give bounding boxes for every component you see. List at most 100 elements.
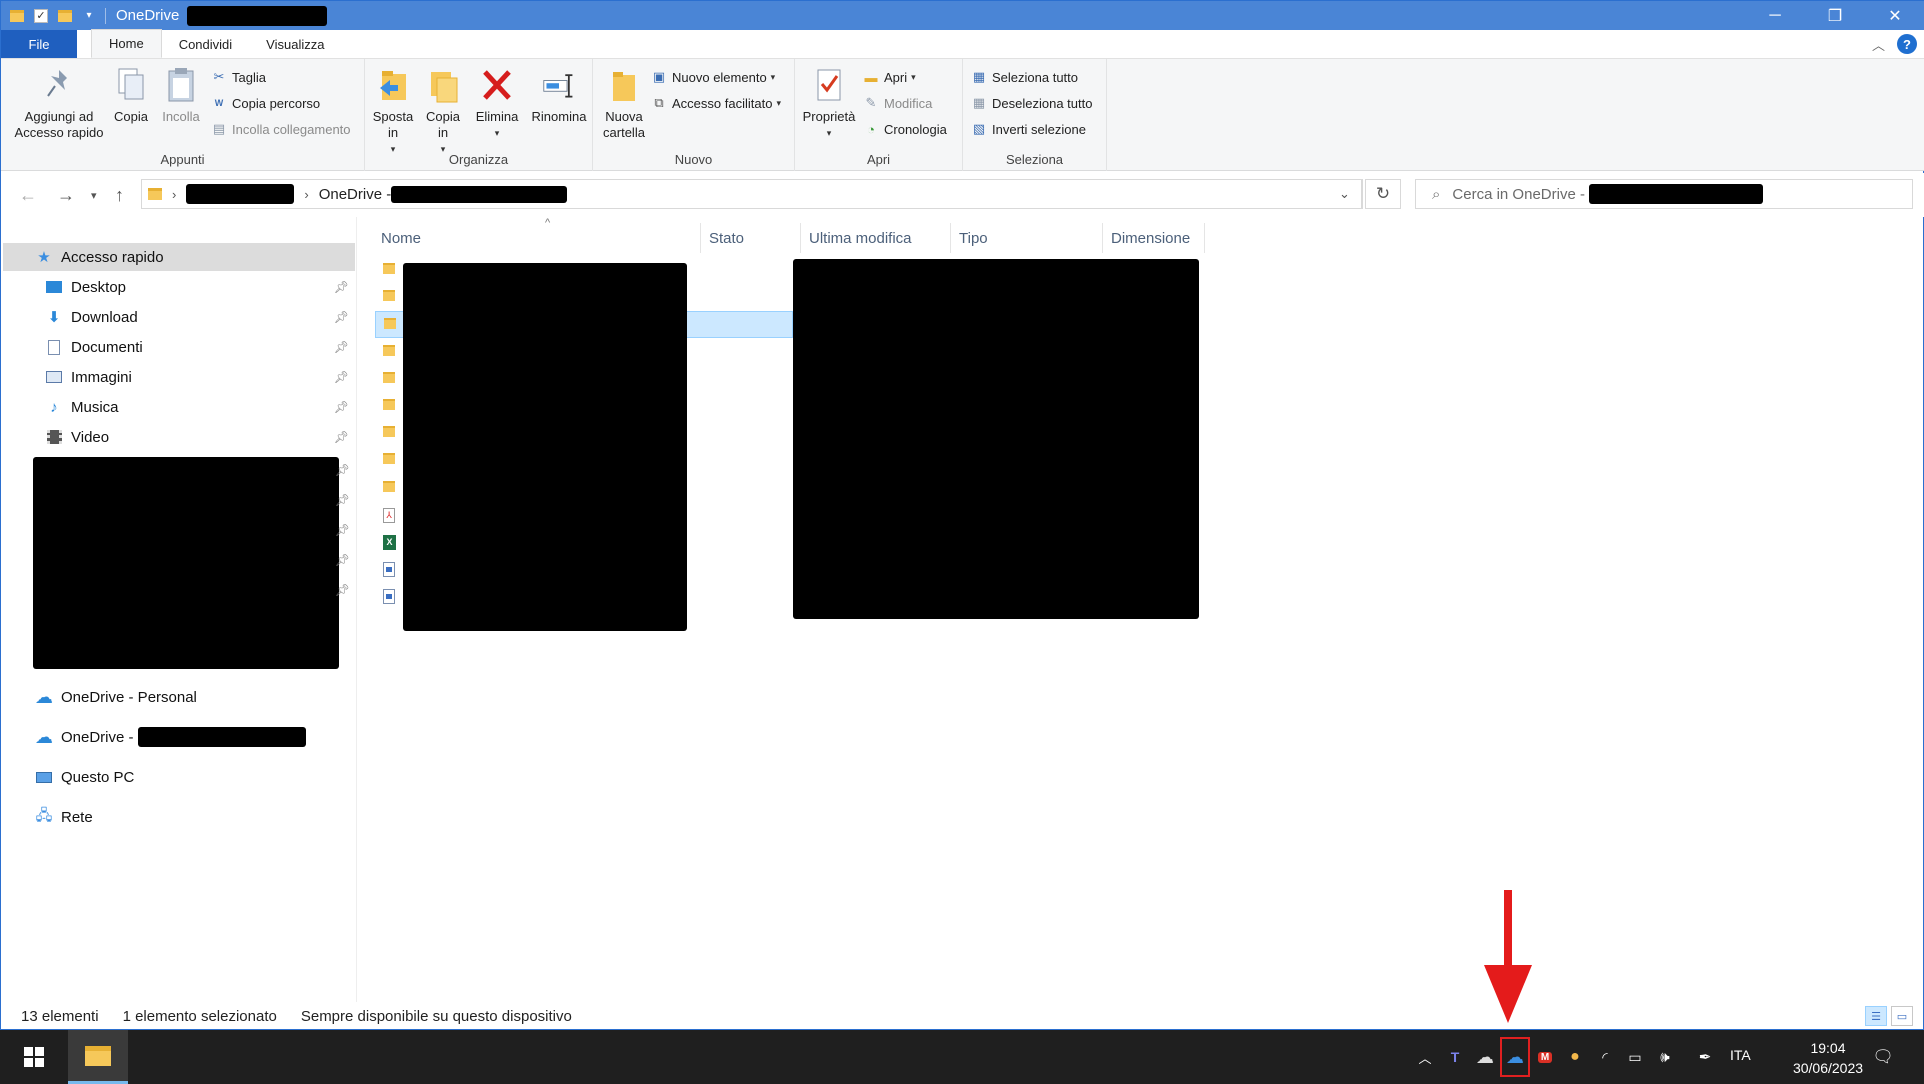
pinned-icon[interactable]: 📌︎ [334, 280, 349, 294]
nav-quick-access[interactable]: ★ Accesso rapido [3, 243, 355, 271]
image-file-icon [383, 562, 395, 578]
taskbar-file-explorer[interactable] [68, 1030, 128, 1084]
easy-access-icon: ⧉ [654, 95, 664, 110]
pinned-icon[interactable]: 📌︎ [335, 463, 350, 477]
history-button[interactable]: ◔ Cronologia [863, 119, 947, 139]
pinned-icon[interactable]: 📌︎ [334, 400, 349, 414]
help-icon[interactable]: ? [1897, 34, 1917, 54]
pinned-icon[interactable]: 📌︎ [335, 493, 350, 507]
battery-icon[interactable]: ▭ [1620, 1030, 1650, 1084]
paste-shortcut-button[interactable]: ▤ Incolla collegamento [211, 119, 351, 139]
copy-path-button[interactable]: W Copia percorso [211, 93, 320, 113]
details-view-icon[interactable]: ☰ [1865, 1006, 1887, 1026]
cookie-icon[interactable]: ● [1560, 1030, 1590, 1084]
delete-x-icon [480, 65, 514, 105]
open-button[interactable]: ▬ Apri ▾ [863, 67, 916, 87]
move-to-icon [376, 65, 410, 105]
forward-arrow-icon[interactable]: → [57, 185, 75, 206]
back-arrow-icon[interactable]: ← [19, 185, 37, 206]
search-input[interactable]: ⌕ Cerca in OneDrive - [1415, 179, 1913, 209]
new-folder-button[interactable]: Nuova cartella [599, 65, 649, 141]
refresh-icon[interactable]: ↻ [1365, 179, 1401, 209]
tab-share[interactable]: Condividi [162, 30, 249, 58]
wifi-icon[interactable]: ◜ [1590, 1030, 1620, 1084]
new-item-button[interactable]: ▣ Nuovo elemento ▾ [651, 67, 775, 87]
large-icons-view-icon[interactable]: ▭ [1891, 1006, 1913, 1026]
address-current-folder[interactable]: OneDrive - [319, 186, 392, 203]
nav-download-label: Download [71, 308, 138, 326]
copy-to-button[interactable]: Copia in ▾ [423, 65, 463, 157]
nav-network[interactable]: 🖧︎ Rete [3, 803, 355, 831]
copy-button[interactable]: Copia [111, 65, 151, 125]
pen-icon[interactable]: ✒︎ [1690, 1030, 1720, 1084]
properties-quick-icon[interactable]: ✓ [33, 7, 49, 25]
redacted-path-segment[interactable] [186, 184, 295, 204]
column-header-type[interactable]: Tipo [951, 223, 1103, 253]
easy-access-button[interactable]: ⧉ Accesso facilitato ▾ [651, 93, 781, 113]
group-open: Proprietà ▾ ▬ Apri ▾ ✎ Modifica ◔ Cronol… [795, 59, 963, 171]
move-to-button[interactable]: Sposta in ▾ [373, 65, 413, 157]
nav-onedrive-business[interactable]: ☁ OneDrive - [3, 723, 355, 751]
volume-icon[interactable]: 🕪︎ [1650, 1030, 1680, 1084]
tab-home[interactable]: Home [91, 29, 162, 58]
pin-quick-access-button[interactable]: Aggiungi ad Accesso rapido [11, 65, 107, 141]
clock[interactable]: 19:04 30/06/2023 [1788, 1038, 1868, 1078]
pinned-icon[interactable]: 📌︎ [335, 553, 350, 567]
cut-button[interactable]: ✂ Taglia [211, 67, 266, 87]
select-none-button[interactable]: ▦ Deseleziona tutto [971, 93, 1093, 113]
address-row: ← → ▾ ↑ › › OneDrive - ⌄ ↻ ⌕ Cerca in On… [1, 173, 1924, 217]
nav-documents[interactable]: Documenti 📌︎ [3, 333, 355, 361]
column-header-status[interactable]: Stato [701, 223, 801, 253]
nav-quick-access-label: Accesso rapido [61, 248, 164, 266]
nav-onedrive-personal[interactable]: ☁ OneDrive - Personal [3, 683, 355, 711]
nav-video[interactable]: Video 📌︎ [3, 423, 355, 451]
column-header-size[interactable]: Dimensione [1103, 223, 1205, 253]
minimize-ribbon-icon[interactable]: ︿ [1872, 35, 1885, 54]
start-button[interactable] [10, 1030, 58, 1084]
address-chevron-icon[interactable]: › [304, 187, 308, 202]
pinned-icon[interactable]: 📌︎ [335, 583, 350, 597]
pinned-icon[interactable]: 📌︎ [334, 430, 349, 444]
column-header-modified[interactable]: Ultima modifica [801, 223, 951, 253]
address-history-dropdown-icon[interactable]: ⌄ [1328, 180, 1362, 208]
input-language-indicator[interactable]: ITA [1730, 1047, 1751, 1063]
column-header-name[interactable]: ^ Nome [373, 217, 701, 253]
invert-selection-button[interactable]: ▧ Inverti selezione [971, 119, 1086, 139]
pinned-icon[interactable]: 📌︎ [335, 523, 350, 537]
recent-locations-icon[interactable]: ▾ [91, 189, 97, 202]
nav-download[interactable]: ⬇ Download 📌︎ [3, 303, 355, 331]
show-hidden-icons-chevron-icon[interactable]: ︿ [1410, 1030, 1440, 1084]
onedrive-personal-tray-icon[interactable]: ☁ [1470, 1030, 1500, 1084]
paste-button[interactable]: Incolla [159, 65, 203, 125]
properties-button[interactable]: Proprietà ▾ [799, 65, 859, 141]
customize-quick-access-icon[interactable]: ▾ [81, 7, 97, 25]
minimize-button[interactable]: ─ [1745, 1, 1805, 30]
pinned-icon[interactable]: 📌︎ [334, 370, 349, 384]
close-button[interactable]: ✕ [1865, 1, 1924, 30]
notification-center-icon[interactable]: 🗨︎ [1870, 1044, 1896, 1070]
gmail-icon[interactable]: M [1530, 1030, 1560, 1084]
delete-button[interactable]: Elimina ▾ [476, 65, 518, 141]
tab-view[interactable]: Visualizza [249, 30, 341, 58]
up-arrow-icon[interactable]: ↑ [115, 185, 124, 206]
teams-icon[interactable]: T [1440, 1030, 1470, 1084]
redacted-title [187, 5, 328, 26]
nav-music[interactable]: ♪ Musica 📌︎ [3, 393, 355, 421]
nav-desktop[interactable]: Desktop 📌︎ [3, 273, 355, 301]
easy-access-label: Accesso facilitato [672, 95, 773, 111]
rename-button[interactable]: Rinomina [529, 65, 589, 125]
edit-button[interactable]: ✎ Modifica [863, 93, 933, 113]
address-chevron-icon[interactable]: › [172, 187, 176, 202]
select-none-label: Deseleziona tutto [992, 95, 1093, 111]
pinned-icon[interactable]: 📌︎ [334, 310, 349, 324]
select-all-button[interactable]: ▦ Seleziona tutto [971, 67, 1078, 87]
new-folder-quick-icon[interactable] [57, 7, 73, 25]
address-bar[interactable]: › › OneDrive - ⌄ [141, 179, 1363, 209]
nav-this-pc[interactable]: Questo PC [3, 763, 355, 791]
restore-button[interactable]: ❐ [1805, 1, 1865, 30]
pinned-icon[interactable]: 📌︎ [334, 340, 349, 354]
tab-file[interactable]: File [1, 30, 77, 58]
nav-pictures[interactable]: Immagini 📌︎ [3, 363, 355, 391]
onedrive-business-tray-icon[interactable]: ☁ [1500, 1037, 1530, 1077]
nav-desktop-label: Desktop [71, 278, 127, 296]
